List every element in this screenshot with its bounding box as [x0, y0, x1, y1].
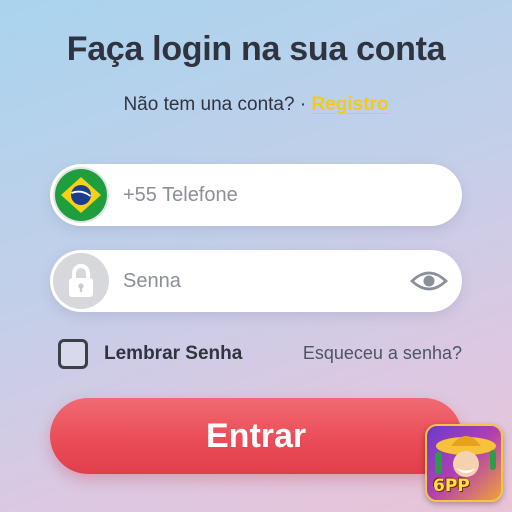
brazil-flag-icon[interactable] [53, 167, 109, 223]
register-prompt: Não tem una conta? · Registro [0, 94, 512, 116]
password-input[interactable] [123, 269, 403, 293]
lock-icon [53, 253, 109, 309]
login-button[interactable]: Entrar [50, 398, 462, 474]
password-field[interactable] [50, 250, 462, 312]
register-prompt-text: Não tem una conta? · [123, 94, 312, 115]
badge-text: 6PP [433, 476, 470, 496]
page-title: Faça login na sua conta [66, 30, 446, 68]
eye-icon[interactable] [410, 267, 448, 295]
app-badge: 6PP [425, 424, 503, 502]
remember-checkbox[interactable] [58, 339, 88, 369]
phone-input[interactable] [123, 183, 403, 207]
register-link[interactable]: Registro [311, 94, 388, 115]
remember-label: Lembrar Senha [104, 343, 243, 364]
remember-password[interactable]: Lembrar Senha [58, 339, 242, 369]
phone-field[interactable] [50, 164, 462, 226]
forgot-password-link[interactable]: Esqueceu a senha? [303, 343, 462, 364]
